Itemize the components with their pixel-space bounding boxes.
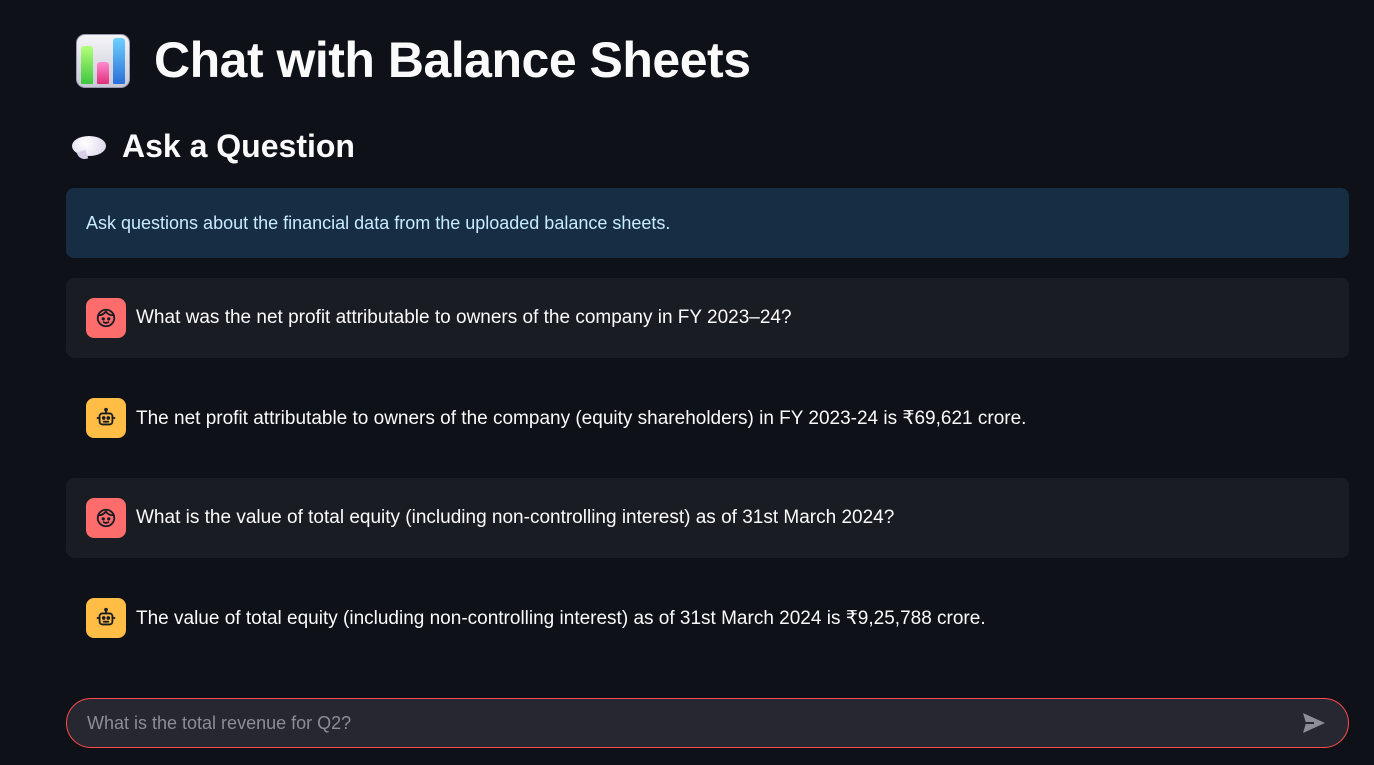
user-avatar-icon xyxy=(86,298,126,338)
send-icon xyxy=(1303,713,1325,733)
message-text: The value of total equity (including non… xyxy=(136,607,986,629)
bar-chart-icon xyxy=(74,30,132,90)
info-alert: Ask questions about the financial data f… xyxy=(66,188,1349,258)
message-text: What was the net profit attributable to … xyxy=(136,307,792,328)
page-header: Chat with Balance Sheets xyxy=(74,30,751,90)
app-page: Chat with Balance Sheets Ask a Question … xyxy=(0,0,1374,765)
chat-input-container xyxy=(66,698,1349,748)
chat-input[interactable] xyxy=(87,712,1300,734)
chat-message-assistant: The net profit attributable to owners of… xyxy=(66,378,1349,458)
info-text: Ask questions about the financial data f… xyxy=(86,212,671,233)
message-text: The net profit attributable to owners of… xyxy=(136,407,1027,429)
section-header: Ask a Question xyxy=(72,128,355,165)
robot-avatar-icon xyxy=(86,598,126,638)
chat-message-user: What is the value of total equity (inclu… xyxy=(66,478,1349,558)
chat-message-user: What was the net profit attributable to … xyxy=(66,278,1349,358)
speech-bubble-icon xyxy=(72,134,108,161)
page-title: Chat with Balance Sheets xyxy=(154,32,751,88)
message-text: What is the value of total equity (inclu… xyxy=(136,507,895,528)
section-title: Ask a Question xyxy=(122,128,355,164)
user-avatar-icon xyxy=(86,498,126,538)
chat-message-assistant: The value of total equity (including non… xyxy=(66,578,1349,658)
robot-avatar-icon xyxy=(86,398,126,438)
send-button[interactable] xyxy=(1300,709,1328,737)
